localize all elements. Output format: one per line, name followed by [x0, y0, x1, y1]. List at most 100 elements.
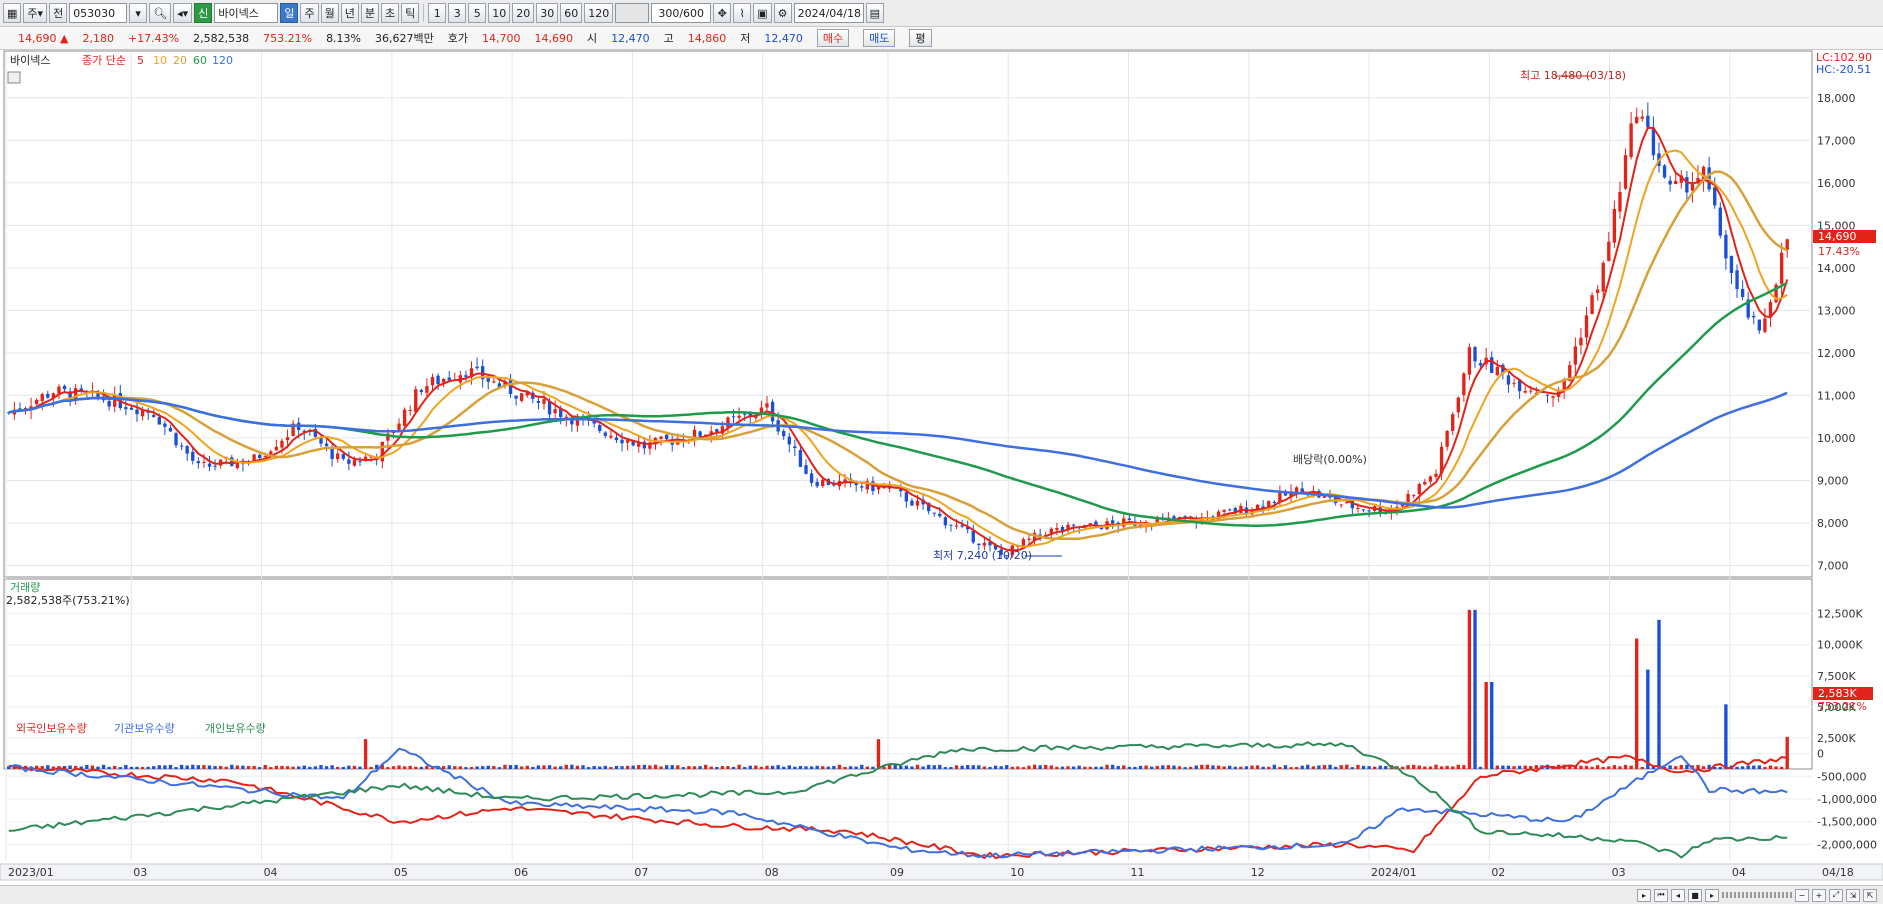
volume-bar — [1278, 767, 1282, 769]
custom-interval-input[interactable] — [615, 3, 650, 23]
candle-body — [425, 386, 429, 393]
volume-bar — [1099, 766, 1104, 769]
volume-bar — [625, 765, 630, 769]
interval-1-button[interactable]: 1 — [428, 3, 447, 23]
date-input[interactable]: 2024/04/18 — [793, 3, 864, 23]
x-axis-tick-label: 03 — [133, 866, 147, 879]
volume-bar — [486, 765, 490, 769]
volume-bar — [464, 767, 468, 769]
interval-30-button[interactable]: 30 — [536, 3, 559, 23]
volume-bar — [1211, 765, 1215, 769]
fit-icon[interactable]: ⤢ — [1829, 888, 1843, 902]
volume-bar — [748, 765, 752, 769]
price-change-pct: +17.43% — [127, 31, 180, 45]
bar-count-field[interactable]: 300/600 — [651, 3, 712, 23]
period-year-button[interactable]: 년 — [340, 3, 359, 23]
candle-body — [542, 399, 546, 404]
candle-body — [179, 445, 184, 447]
stop-icon[interactable]: ■ — [1688, 888, 1702, 902]
candle-body — [163, 423, 167, 427]
volume-bar — [1434, 764, 1438, 769]
candle-body — [1763, 318, 1767, 332]
history-back-icon[interactable]: ◂▾ — [173, 3, 193, 23]
volume-bar — [553, 766, 557, 769]
scroll-left-icon[interactable]: ◂ — [1671, 888, 1685, 902]
volume-bar — [1194, 765, 1198, 769]
candle-body — [1651, 127, 1656, 156]
candle-body — [1451, 414, 1455, 431]
volume-bar — [737, 764, 741, 769]
candle-body — [1361, 509, 1366, 511]
candle-body — [932, 512, 936, 514]
panel-menu-icon[interactable] — [7, 71, 21, 84]
interval-120-button[interactable]: 120 — [584, 3, 614, 23]
layout-icon[interactable]: ▦ — [3, 3, 22, 23]
candle-body — [1752, 315, 1756, 318]
interval-3-button[interactable]: 3 — [448, 3, 467, 23]
scroll-start-icon[interactable]: ⏮ — [1654, 888, 1668, 902]
volume-bar — [837, 764, 842, 769]
new-badge: 신 — [194, 3, 213, 23]
search-icon[interactable]: 🔍︎ — [149, 3, 172, 23]
volume-bar — [631, 765, 635, 769]
zoom-in-icon[interactable]: + — [1812, 888, 1826, 902]
interval-5-button[interactable]: 5 — [468, 3, 487, 23]
candle-body — [202, 461, 206, 463]
holder-axis-tick-label: -1,500,000 — [1817, 816, 1877, 829]
period-tick-button[interactable]: 틱 — [401, 3, 420, 23]
gear-icon[interactable]: ⚙ — [773, 3, 792, 23]
period-second-button[interactable]: 초 — [380, 3, 400, 23]
interval-60-button[interactable]: 60 — [560, 3, 583, 23]
save-icon[interactable]: ▣ — [753, 3, 772, 23]
ask-label: 호가 — [447, 32, 468, 45]
stock-code-dropdown-icon[interactable]: ▾ — [129, 3, 148, 23]
volume-bar — [1044, 764, 1048, 769]
market-mode-select[interactable]: 주 ▾ — [23, 3, 48, 23]
volume-bar — [865, 766, 870, 769]
stock-chart[interactable]: 18,00017,00016,00015,00014,00013,00012,0… — [0, 50, 1883, 885]
candle-body — [280, 440, 284, 448]
volume-bar — [943, 767, 948, 769]
expand-icon[interactable]: ⇲ — [1846, 888, 1860, 902]
volume-bar — [1467, 609, 1472, 769]
period-week-button[interactable]: 주 — [300, 3, 319, 23]
volume-bar — [1055, 766, 1059, 769]
period-month-button[interactable]: 월 — [320, 3, 339, 23]
calendar-icon[interactable]: ▤ — [865, 3, 885, 23]
shrink-icon[interactable]: ⇱ — [1863, 888, 1877, 902]
average-button[interactable]: 평 — [909, 29, 932, 47]
volume-bar — [224, 766, 228, 769]
prev-button[interactable]: 전 — [49, 3, 68, 23]
ma10-label: 10 — [153, 54, 167, 67]
candle-body — [698, 431, 702, 437]
volume-bar — [140, 766, 145, 769]
volume-bar — [715, 766, 719, 769]
stock-code-input[interactable]: 053030 — [69, 3, 128, 23]
candle-body — [447, 377, 451, 381]
volume-bar — [525, 765, 529, 769]
price-axis-tick-label: 8,000 — [1817, 517, 1849, 530]
interval-10-button[interactable]: 10 — [488, 3, 511, 23]
period-day-button[interactable]: 일 — [280, 3, 299, 23]
zoom-out-icon[interactable]: − — [1795, 888, 1809, 902]
stock-name-field[interactable]: 바이넥스 — [214, 3, 279, 23]
candle-body — [809, 473, 814, 483]
volume-bar — [832, 765, 836, 769]
indicator-icon[interactable]: ⌇ — [733, 3, 752, 23]
candle-body — [815, 481, 819, 487]
candle-body — [1579, 337, 1583, 346]
holder-axis-tick-label: -2,000,000 — [1817, 838, 1877, 851]
sell-button[interactable]: 매도 — [863, 29, 896, 47]
period-minute-button[interactable]: 분 — [360, 3, 379, 23]
scroll-track[interactable] — [1722, 892, 1792, 898]
interval-20-button[interactable]: 20 — [512, 3, 535, 23]
scroll-right-icon[interactable]: ▸ — [1637, 888, 1651, 902]
candle-body — [213, 465, 217, 467]
candle-body — [419, 390, 424, 392]
scroll-end-icon[interactable]: ▸ — [1705, 888, 1719, 902]
volume-bar — [1484, 682, 1488, 769]
volume-bar — [1345, 764, 1349, 769]
buy-button[interactable]: 매수 — [816, 29, 850, 47]
crosshair-icon[interactable]: ✥ — [713, 3, 732, 23]
candle-body — [514, 395, 518, 399]
